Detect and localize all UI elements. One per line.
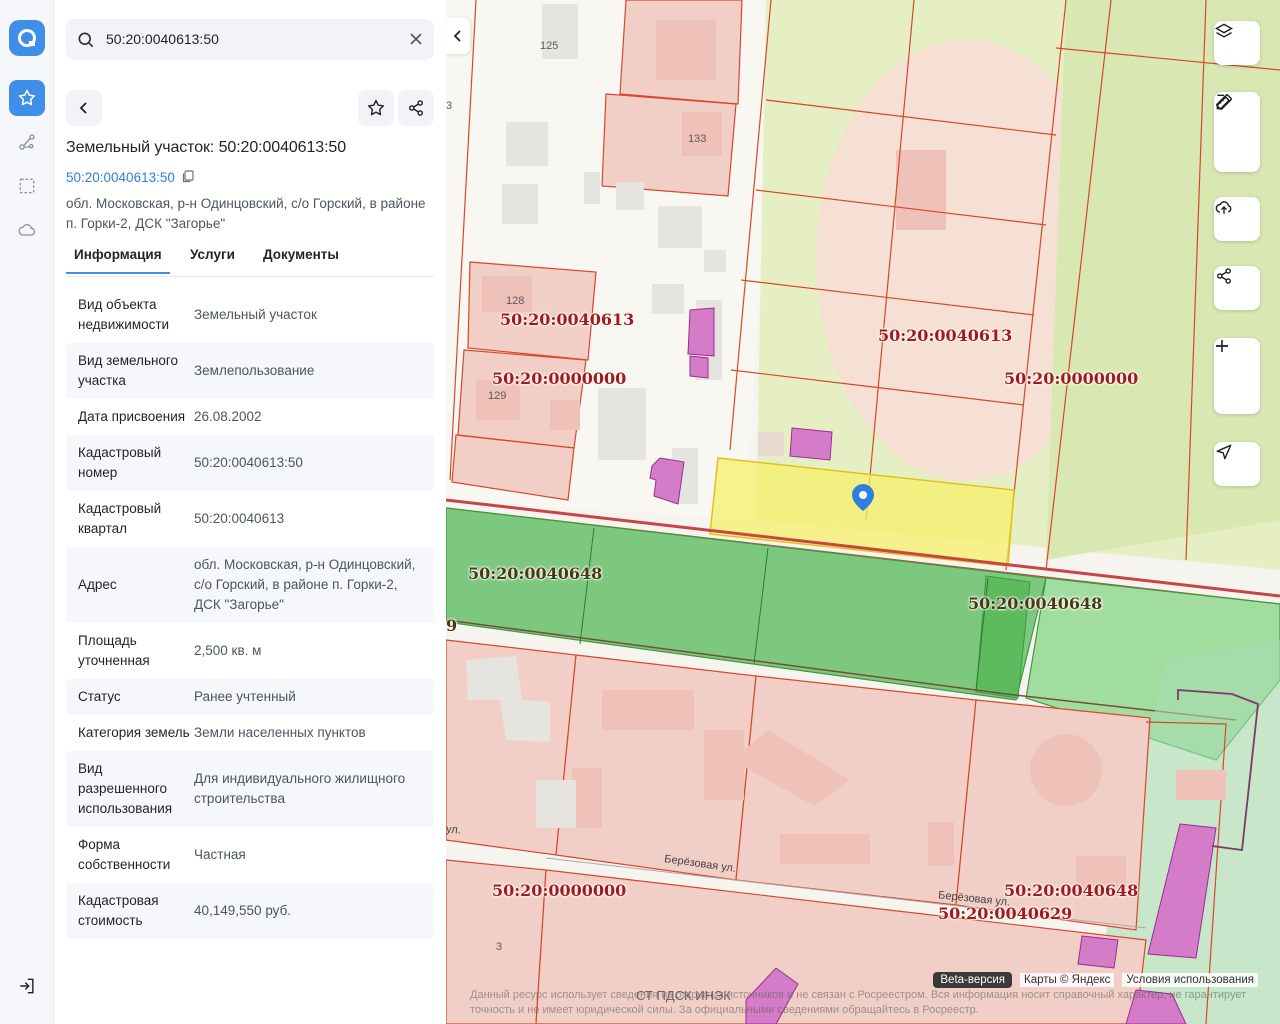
info-value: Частная: [194, 847, 246, 862]
cloud-upload-icon[interactable]: [1214, 197, 1260, 241]
info-value: 2,500 кв. м: [194, 643, 262, 658]
left-rail: [0, 0, 54, 1024]
info-value: Земли населенных пунктов: [194, 725, 366, 740]
info-table: Вид объекта недвижимости Земельный участо…: [66, 287, 434, 939]
copy-icon[interactable]: [181, 169, 195, 186]
zoom-control[interactable]: [1214, 338, 1260, 414]
info-value: 26.08.2002: [194, 409, 262, 424]
info-value: Земельный участок: [194, 307, 317, 322]
info-row-status: Статус Ранее учтенный: [66, 679, 434, 715]
tab-documents[interactable]: Документы: [255, 247, 347, 272]
info-key: Форма собственности: [78, 837, 171, 872]
info-value: Ранее учтенный: [194, 689, 296, 704]
info-panel: 50:20:0040613:50 Земельный участок: 50:2…: [54, 0, 446, 1024]
info-row-object-type: Вид объекта недвижимости Земельный участо…: [66, 287, 434, 343]
cloud-icon[interactable]: [9, 212, 45, 248]
info-key: Статус: [78, 689, 121, 704]
cadastral-label: 9: [446, 616, 458, 635]
info-value: 40,149,550 руб.: [194, 903, 292, 918]
page-title: Земельный участок: 50:20:0040613:50: [66, 139, 347, 156]
info-row-area: Площадь уточненная 2,500 кв. м: [66, 623, 434, 679]
house-number: 129: [488, 390, 507, 402]
search-icon: [76, 30, 96, 55]
map-attribution: Beta-версия Карты © Яндекс Условия испол…: [933, 972, 1258, 988]
info-row-address: Адрес обл. Московская, р-н Одинцовский, с…: [66, 547, 434, 623]
info-row-category: Категория земель Земли населенных пунктов: [66, 715, 434, 751]
info-key: Дата присвоения: [78, 409, 186, 424]
info-row-cad-number: Кадастровый номер 50:20:0040613:50: [66, 435, 434, 491]
favorite-button[interactable]: [358, 90, 394, 126]
info-key: Кадастровая стоимость: [78, 893, 159, 928]
info-value: Землепользование: [194, 363, 315, 378]
map-canvas[interactable]: [446, 0, 1280, 1024]
house-number: 3: [496, 941, 503, 953]
search-bar[interactable]: 50:20:0040613:50: [66, 19, 434, 60]
house-number: 133: [688, 133, 707, 145]
terms-link[interactable]: Условия использования: [1122, 973, 1258, 987]
house-number: 128: [506, 295, 525, 307]
cadastral-label: 50:20:0040613: [500, 310, 635, 329]
object-address: обл. Московская, р-н Одинцовский, с/о Го…: [66, 196, 426, 231]
beta-badge: Beta-версия: [933, 972, 1013, 988]
measure-draw-control[interactable]: [1214, 92, 1260, 172]
edit-icon[interactable]: [1214, 94, 1260, 168]
share-button[interactable]: [398, 90, 434, 126]
info-value: Для индивидуального жилищного строительс…: [194, 771, 406, 806]
route-nodes-icon[interactable]: [9, 124, 45, 160]
house-number: 3: [446, 100, 453, 112]
tab-services[interactable]: Услуги: [182, 247, 243, 272]
info-row-ownership: Форма собственности Частная: [66, 827, 434, 883]
info-row-cad-value: Кадастровая стоимость 40,149,550 руб.: [66, 883, 434, 939]
zoom-out-icon[interactable]: [1214, 345, 1260, 412]
tab-bar: Информация Услуги Документы: [66, 243, 434, 277]
info-row-permitted-use: Вид разрешенного использования Для индиви…: [66, 751, 434, 827]
map-view[interactable]: 50:20:0040613 50:20:0000000 50:20:004061…: [446, 0, 1280, 1024]
app-logo-icon[interactable]: [9, 20, 45, 56]
info-key: Площадь уточненная: [78, 633, 150, 668]
info-row-land-type: Вид земельного участка Землепользование: [66, 343, 434, 399]
info-key: Категория земель: [78, 725, 190, 740]
tab-information[interactable]: Информация: [66, 247, 170, 274]
info-row-date: Дата присвоения 26.08.2002: [66, 399, 434, 435]
info-key: Адрес: [78, 577, 117, 592]
info-key: Вид объекта недвижимости: [78, 297, 170, 332]
info-key: Вид разрешенного использования: [78, 761, 173, 816]
info-value: 50:20:0040613:50: [194, 455, 303, 470]
cadastral-number-text[interactable]: 50:20:0040613:50: [66, 170, 175, 185]
close-icon[interactable]: [408, 31, 424, 52]
cadastral-label: 50:20:0000000: [492, 369, 627, 388]
cadastral-number-link[interactable]: 50:20:0040613:50: [66, 169, 195, 186]
favorites-star-icon[interactable]: [9, 80, 45, 116]
info-key: Вид земельного участка: [78, 353, 179, 388]
info-value: 50:20:0040613: [194, 511, 285, 526]
collapse-panel-button[interactable]: [446, 18, 470, 54]
cadastral-label: 50:20:0040648: [468, 564, 603, 583]
logout-icon[interactable]: [9, 968, 45, 1004]
info-key: Кадастровый номер: [78, 445, 162, 480]
layers-icon[interactable]: [1214, 21, 1260, 65]
info-row-cad-quarter: Кадастровый квартал 50:20:0040613: [66, 491, 434, 547]
info-key: Кадастровый квартал: [78, 501, 162, 536]
info-value: обл. Московская, р-н Одинцовский, с/о Го…: [194, 557, 416, 612]
map-copyright[interactable]: Карты © Яндекс: [1020, 973, 1115, 987]
street-label: ул.: [446, 823, 462, 837]
layers-control[interactable]: [1214, 21, 1260, 65]
cadastral-label: 50:20:0000000: [492, 881, 627, 900]
cadastral-label: 50:20:0040648: [1004, 881, 1139, 900]
navigation-arrow-icon[interactable]: [1214, 442, 1260, 486]
search-input[interactable]: 50:20:0040613:50: [106, 31, 219, 47]
cadastral-label: 50:20:0040648: [968, 594, 1103, 613]
back-button[interactable]: [66, 90, 102, 126]
house-number: 125: [540, 40, 559, 52]
upload-control[interactable]: [1214, 197, 1260, 241]
select-area-icon[interactable]: [9, 168, 45, 204]
map-disclaimer: Данный ресурс использует сведения из отк…: [470, 989, 1247, 1016]
cadastral-label: 50:20:0000000: [1004, 369, 1139, 388]
map-share-control[interactable]: [1214, 266, 1260, 310]
share-icon[interactable]: [1214, 266, 1260, 310]
cadastral-label: 50:20:0040613: [878, 326, 1013, 345]
geolocation-control[interactable]: [1214, 442, 1260, 486]
